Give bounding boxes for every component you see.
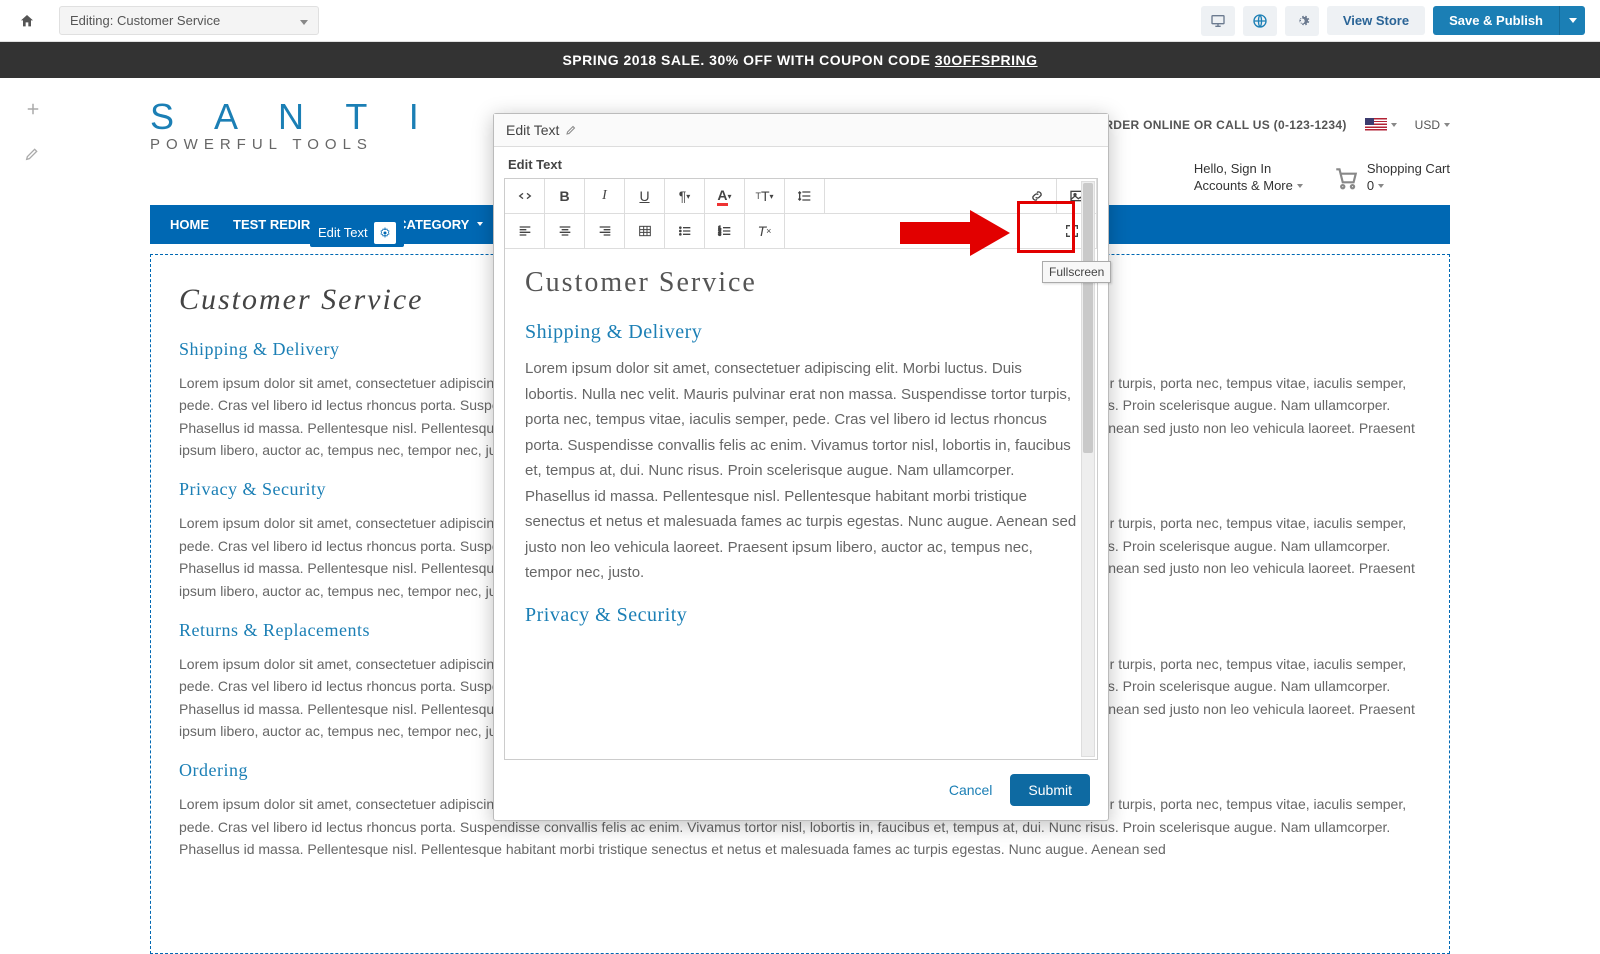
currency-selector[interactable]: USD: [1415, 118, 1450, 132]
account-hello: Hello, Sign In: [1194, 161, 1303, 178]
editor-section-body: Lorem ipsum dolor sit amet, consectetuer…: [525, 356, 1077, 586]
save-publish-dropdown[interactable]: [1559, 6, 1585, 35]
align-center-icon[interactable]: [545, 214, 585, 248]
view-store-button[interactable]: View Store: [1327, 6, 1425, 35]
globe-icon[interactable]: [1243, 6, 1277, 36]
font-size-icon[interactable]: TT▾: [745, 179, 785, 213]
cart-label: Shopping Cart: [1367, 161, 1450, 178]
page-selector[interactable]: Editing: Customer Service: [59, 6, 319, 35]
pencil-icon: [565, 124, 577, 136]
modal-title: Edit Text: [506, 122, 559, 138]
line-height-icon[interactable]: [785, 179, 825, 213]
annotation-highlight-box: [1017, 201, 1075, 253]
home-icon[interactable]: [15, 9, 39, 33]
site-brand[interactable]: S A N T I POWERFUL TOOLS: [150, 96, 435, 153]
editor-section-heading: Privacy & Security: [525, 604, 1077, 627]
annotation-arrow-icon: [900, 210, 1010, 256]
cart-button[interactable]: Shopping Cart 0: [1333, 161, 1450, 195]
italic-icon[interactable]: I: [585, 179, 625, 213]
flag-us-icon: [1365, 118, 1387, 132]
account-menu[interactable]: Hello, Sign In Accounts & More: [1194, 161, 1303, 195]
unordered-list-icon[interactable]: [665, 214, 705, 248]
fullscreen-tooltip: Fullscreen: [1042, 261, 1111, 283]
align-right-icon[interactable]: [585, 214, 625, 248]
code-view-icon[interactable]: [505, 179, 545, 213]
banner-text: SPRING 2018 SALE. 30% OFF WITH COUPON CO…: [562, 52, 934, 68]
ordered-list-icon[interactable]: 123: [705, 214, 745, 248]
clear-formatting-icon[interactable]: T×: [745, 214, 785, 248]
promo-banner: SPRING 2018 SALE. 30% OFF WITH COUPON CO…: [0, 42, 1600, 78]
bold-icon[interactable]: B: [545, 179, 585, 213]
country-flag-selector[interactable]: [1365, 118, 1397, 132]
paragraph-format-icon[interactable]: ¶▾: [665, 179, 705, 213]
editor-page-title: Customer Service: [525, 267, 1077, 299]
cancel-button[interactable]: Cancel: [949, 782, 993, 798]
brand-name: S A N T I: [150, 96, 435, 138]
nav-item-home[interactable]: HOME: [170, 217, 209, 232]
save-publish-button[interactable]: Save & Publish: [1433, 6, 1559, 35]
preview-desktop-icon[interactable]: [1201, 6, 1235, 36]
order-phone: ORDER ONLINE OR CALL US (0-123-1234): [1095, 118, 1347, 132]
editor-content[interactable]: Customer Service Shipping & Delivery Lor…: [505, 249, 1097, 759]
align-left-icon[interactable]: [505, 214, 545, 248]
page-selector-label: Editing: Customer Service: [70, 13, 220, 28]
svg-text:3: 3: [718, 232, 721, 237]
brand-tagline: POWERFUL TOOLS: [150, 136, 435, 153]
submit-button[interactable]: Submit: [1010, 774, 1090, 806]
editor-section-heading: Shipping & Delivery: [525, 321, 1077, 344]
settings-icon[interactable]: [1285, 6, 1319, 36]
scrollbar-thumb[interactable]: [1083, 183, 1093, 453]
gear-icon[interactable]: [374, 222, 396, 244]
font-color-icon[interactable]: A▾: [705, 179, 745, 213]
editor-field-label: Edit Text: [494, 147, 1108, 178]
banner-coupon[interactable]: 30OFFSPRING: [935, 52, 1038, 68]
account-more: Accounts & More: [1194, 178, 1293, 193]
edit-text-bubble[interactable]: Edit Text: [310, 219, 404, 247]
modal-title-bar[interactable]: Edit Text: [494, 114, 1108, 147]
underline-icon[interactable]: U: [625, 179, 665, 213]
admin-toolbar: Editing: Customer Service View Store Sav…: [0, 0, 1600, 42]
table-icon[interactable]: [625, 214, 665, 248]
cart-icon: [1333, 165, 1359, 191]
cart-count: 0: [1367, 178, 1374, 193]
